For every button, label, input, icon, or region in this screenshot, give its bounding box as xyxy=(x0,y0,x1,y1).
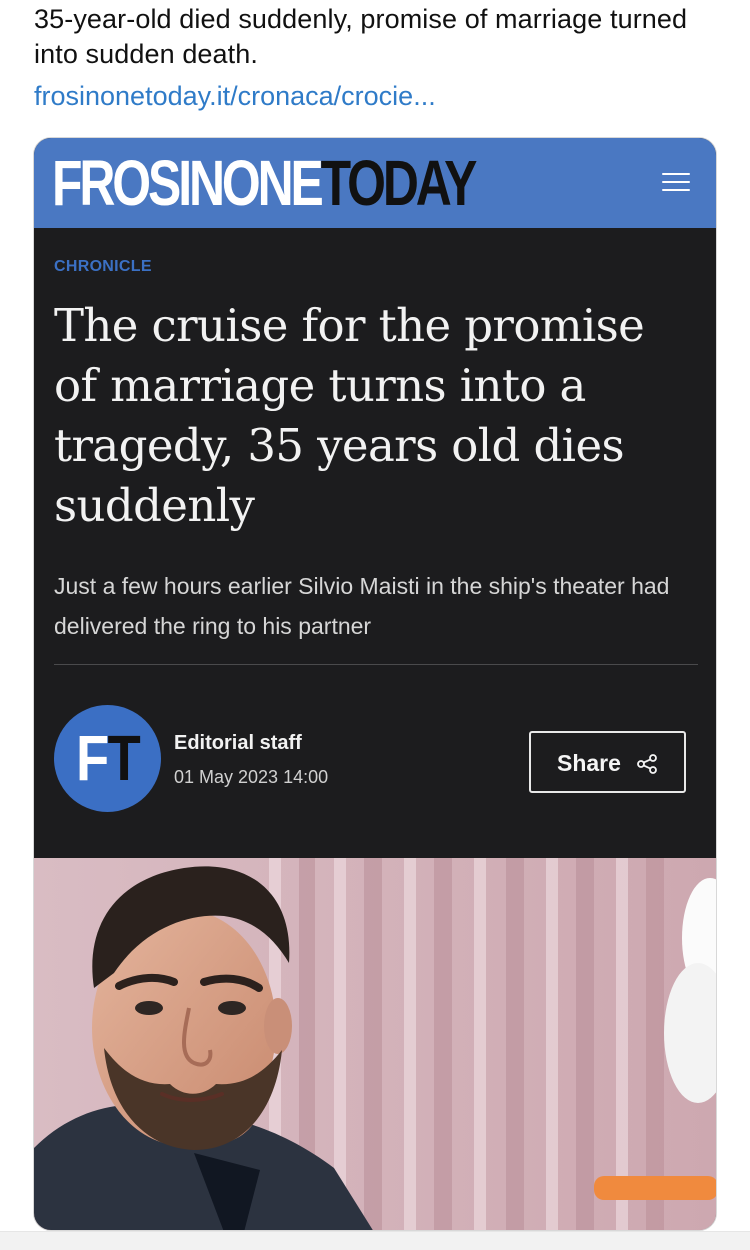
article-header: CHRONICLE The cruise for the promise of … xyxy=(34,228,716,858)
share-button-label: Share xyxy=(557,750,621,776)
article-subtitle: Just a few hours earlier Silvio Maisti i… xyxy=(54,573,670,639)
divider xyxy=(54,664,698,665)
author-name: Editorial staff xyxy=(174,732,302,754)
tweet-header: 35-year-old died suddenly, promise of ma… xyxy=(0,0,750,135)
article-hero-image[interactable] xyxy=(34,858,716,1230)
publish-date: 01 May 2023 14:00 xyxy=(174,767,329,787)
share-button[interactable]: Share xyxy=(529,731,686,793)
tweet-headline: 35-year-old died suddenly, promise of ma… xyxy=(34,4,688,69)
article-link[interactable]: frosinonetoday.it/cronaca/crocie... xyxy=(34,79,436,114)
article-category[interactable]: CHRONICLE xyxy=(54,258,152,276)
article-title: The cruise for the promise of marriage t… xyxy=(54,299,645,532)
hamburger-menu-icon[interactable] xyxy=(656,163,696,201)
site-logo[interactable]: FROSINONETODAY xyxy=(52,146,477,220)
share-icon xyxy=(637,754,657,774)
author-avatar: FT xyxy=(54,705,161,812)
bottom-divider-strip xyxy=(0,1231,750,1250)
avatar-initials: FT xyxy=(75,722,141,794)
site-header: FROSINONETODAY xyxy=(34,138,716,228)
article-preview-card[interactable]: FROSINONETODAY CHRONICLE The cruise for … xyxy=(33,137,717,1231)
hero-photo xyxy=(34,858,716,1230)
